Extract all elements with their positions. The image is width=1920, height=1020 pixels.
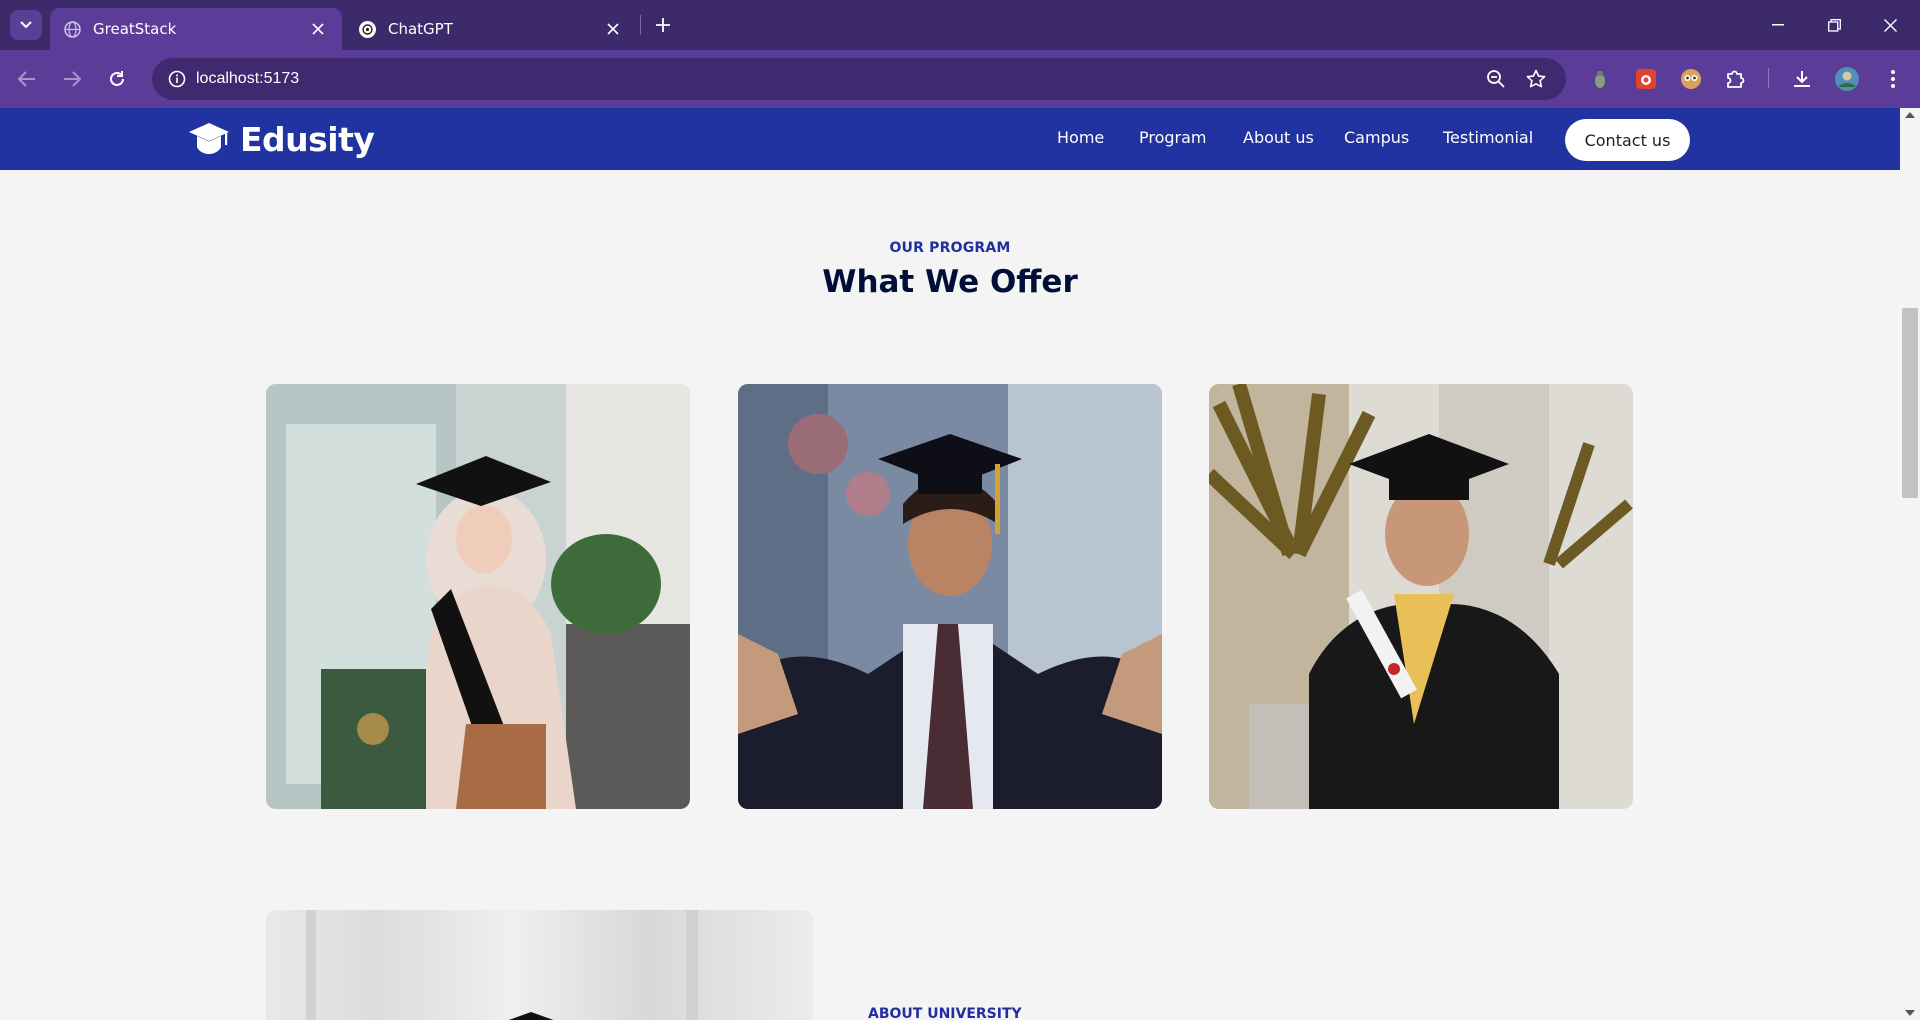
menu-kebab-icon[interactable]: [1878, 64, 1908, 94]
close-icon: [1883, 18, 1897, 32]
address-bar[interactable]: localhost:5173: [152, 58, 1566, 100]
program-image-2[interactable]: [738, 384, 1162, 809]
page-scrollbar[interactable]: [1900, 108, 1920, 1020]
new-tab-button[interactable]: [650, 10, 676, 40]
restore-icon: [1827, 18, 1841, 32]
section-subtitle: OUR PROGRAM: [889, 240, 1011, 256]
nav-program[interactable]: Program: [1139, 128, 1207, 147]
tab-title: GreatStack: [93, 20, 177, 38]
program-image-3[interactable]: [1209, 384, 1633, 809]
about-image: [266, 910, 813, 1020]
chatgpt-icon: [359, 20, 376, 38]
tab-greatstack[interactable]: GreatStack: [50, 8, 342, 50]
minimize-button[interactable]: [1750, 0, 1806, 50]
arrow-left-icon: [18, 71, 35, 87]
section-title: What We Offer: [822, 264, 1078, 300]
arrow-right-icon: [64, 71, 81, 87]
site-logo[interactable]: Edusity: [188, 119, 375, 159]
profile-avatar[interactable]: [1832, 64, 1862, 94]
browser-toolbar: localhost:5173: [0, 50, 1920, 108]
url-text: localhost:5173: [196, 70, 300, 87]
reload-icon: [110, 71, 124, 86]
graduation-cap-icon: [189, 123, 229, 154]
plus-icon: [656, 18, 670, 32]
extension-icon[interactable]: [1585, 64, 1615, 94]
back-button[interactable]: [9, 61, 45, 97]
page-viewport: Edusity Home Program About us Campus Tes…: [0, 108, 1900, 1020]
forward-button[interactable]: [54, 61, 90, 97]
nav-campus[interactable]: Campus: [1344, 128, 1409, 147]
extensions-puzzle-icon[interactable]: [1721, 64, 1751, 94]
extension-icon[interactable]: [1631, 64, 1661, 94]
nav-testimonial[interactable]: Testimonial: [1443, 128, 1533, 147]
nav-home[interactable]: Home: [1057, 128, 1104, 147]
program-image-1[interactable]: [266, 384, 690, 809]
scroll-up-arrow-icon[interactable]: [1905, 112, 1915, 118]
toolbar-separator: [1768, 68, 1769, 88]
restore-button[interactable]: [1806, 0, 1862, 50]
tab-search-button[interactable]: [10, 10, 42, 40]
tab-separator: [640, 15, 641, 35]
about-subtitle: ABOUT UNIVERSITY: [868, 1006, 1022, 1020]
bookmark-star-icon[interactable]: [1521, 64, 1551, 94]
nav-about-us[interactable]: About us: [1243, 128, 1314, 147]
close-window-button[interactable]: [1862, 0, 1918, 50]
tab-title: ChatGPT: [388, 20, 453, 38]
tab-chatgpt[interactable]: ChatGPT: [345, 8, 637, 50]
close-tab-icon[interactable]: [603, 19, 623, 39]
contact-us-button[interactable]: Contact us: [1565, 119, 1690, 161]
site-info-icon[interactable]: [162, 64, 192, 94]
minimize-icon: [1772, 24, 1784, 26]
reload-button[interactable]: [99, 61, 135, 97]
logo-text: Edusity: [240, 119, 375, 159]
chevron-down-icon: [20, 21, 32, 29]
extension-icon[interactable]: [1676, 64, 1706, 94]
zoom-icon[interactable]: [1481, 64, 1511, 94]
download-icon[interactable]: [1787, 64, 1817, 94]
site-navbar: Edusity Home Program About us Campus Tes…: [0, 108, 1900, 170]
browser-tabstrip: GreatStack ChatGPT: [0, 0, 1920, 50]
close-tab-icon[interactable]: [308, 19, 328, 39]
scroll-thumb[interactable]: [1902, 308, 1918, 498]
globe-icon: [64, 20, 81, 38]
scroll-down-arrow-icon[interactable]: [1905, 1010, 1915, 1016]
